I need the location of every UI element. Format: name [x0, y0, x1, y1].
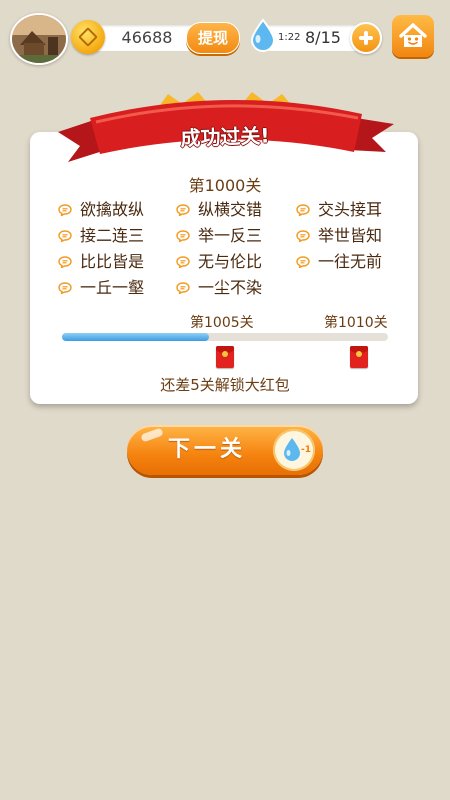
idiom-text: 纵横交错	[198, 200, 263, 219]
energy-cost-badge: -1	[273, 429, 315, 471]
idiom-text: 一尘不染	[198, 278, 263, 297]
idiom-item[interactable]: 一往无前	[296, 250, 382, 274]
next-level-label: 下一关	[167, 437, 246, 462]
idiom-text: 举世皆知	[318, 226, 383, 245]
speech-bubble-icon	[296, 256, 310, 268]
red-envelope-icon	[216, 346, 234, 368]
withdraw-button[interactable]: 提现	[186, 22, 240, 54]
energy-cost: -1	[301, 445, 311, 455]
speech-bubble-icon	[296, 204, 310, 216]
idiom-item[interactable]: 一尘不染	[176, 276, 262, 300]
idiom-item[interactable]: 比比皆是	[58, 250, 144, 274]
progress-start-label: 第1005关	[190, 315, 254, 331]
speech-bubble-icon	[58, 282, 72, 294]
idiom-text: 欲擒故纵	[80, 200, 145, 219]
idiom-text: 一往无前	[318, 252, 383, 271]
idiom-text: 比比皆是	[80, 252, 145, 271]
add-energy-button[interactable]	[350, 22, 382, 54]
coin-icon	[71, 20, 105, 54]
idiom-text: 交头接耳	[318, 200, 383, 219]
speech-bubble-icon	[58, 230, 72, 242]
idiom-item[interactable]: 一丘一壑	[58, 276, 144, 300]
idiom-item[interactable]: 接二连三	[58, 224, 144, 248]
speech-bubble-icon	[296, 230, 310, 242]
red-envelope-icon	[350, 346, 368, 368]
speech-bubble-icon	[176, 282, 190, 294]
unlock-hint: 还差5关解锁大红包	[160, 376, 290, 394]
idiom-item[interactable]: 举世皆知	[296, 224, 382, 248]
idiom-text: 接二连三	[80, 226, 145, 245]
idiom-item[interactable]: 交头接耳	[296, 198, 382, 222]
water-drop-icon	[250, 18, 276, 52]
speech-bubble-icon	[58, 256, 72, 268]
progress-end-label: 第1010关	[324, 315, 388, 331]
speech-bubble-icon	[58, 204, 72, 216]
idiom-item[interactable]: 欲擒故纵	[58, 198, 144, 222]
speech-bubble-icon	[176, 204, 190, 216]
next-level-button[interactable]: 下一关 -1	[127, 425, 323, 475]
coin-value: 46688	[121, 28, 173, 47]
idiom-item[interactable]: 无与伦比	[176, 250, 262, 274]
idiom-text: 无与伦比	[198, 252, 263, 271]
energy-count: 8/15	[305, 28, 341, 47]
idiom-item[interactable]: 纵横交错	[176, 198, 262, 222]
speech-bubble-icon	[176, 230, 190, 242]
level-progress-bar	[62, 333, 388, 341]
home-icon	[399, 23, 427, 47]
idiom-text: 举一反三	[198, 226, 263, 245]
idiom-item[interactable]: 举一反三	[176, 224, 262, 248]
home-button[interactable]	[392, 15, 434, 57]
energy-timer: 1:22	[278, 32, 301, 43]
level-progress-fill	[62, 333, 209, 341]
level-title: 第1000关	[188, 176, 262, 195]
speech-bubble-icon	[176, 256, 190, 268]
idiom-text: 一丘一壑	[80, 278, 145, 297]
player-avatar[interactable]	[10, 13, 68, 65]
